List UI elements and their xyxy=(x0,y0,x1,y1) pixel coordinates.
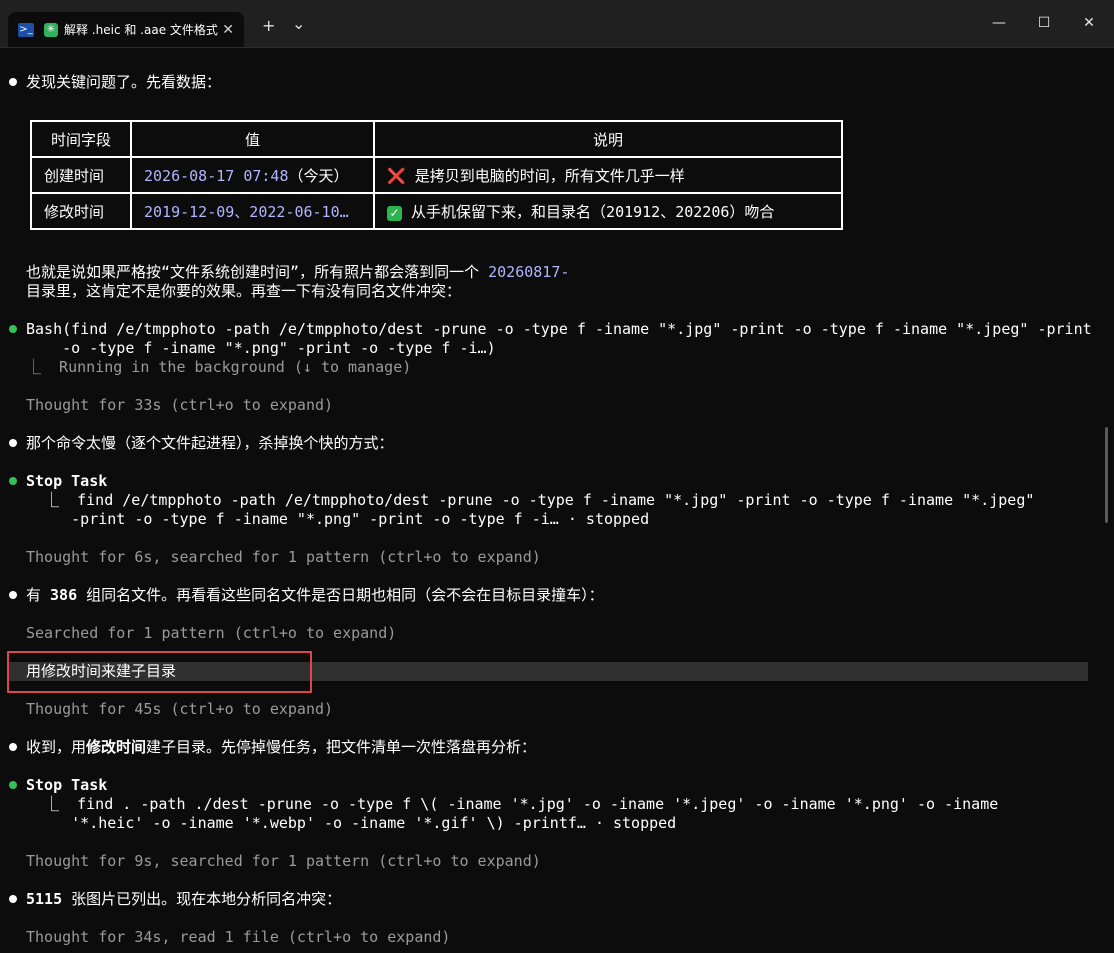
close-window-button[interactable]: ✕ xyxy=(1066,8,1112,38)
message-bullet xyxy=(9,439,17,447)
text-segment: 建子目录。先停掉慢任务，把文件清单一次性落盘再分析： xyxy=(146,738,537,756)
dir-name: 20260817- xyxy=(488,263,570,281)
table-row: 修改时间 2019-12-09、2022-06-10… ✓ 从手机保留下来，和目… xyxy=(30,192,843,230)
tool-output: '*.heic' -o -iname '*.webp' -o -iname '*… xyxy=(26,814,677,832)
text-segment: 张图片已列出。现在本地分析同名冲突： xyxy=(62,890,342,908)
message-bullet xyxy=(9,743,17,751)
message-text: 那个命令太慢（逐个文件起进程），杀掉换个快的方式： xyxy=(26,434,394,452)
message-text: 也就是说如果严格按“文件系统创建时间”，所有照片都会落到同一个 20260817… xyxy=(26,263,569,282)
table-cell: 修改时间 xyxy=(30,192,132,230)
table-cell: 创建时间 xyxy=(30,156,132,194)
bash-command: -o -type f -iname "*.png" -print -o -typ… xyxy=(26,339,496,357)
thought-summary[interactable]: Thought for 33s (ctrl+o to expand) xyxy=(26,396,333,415)
message-text: 收到，用修改时间建子目录。先停掉慢任务，把文件清单一次性落盘再分析： xyxy=(26,738,536,757)
count-value: 5115 xyxy=(26,890,63,908)
table-header-cell: 值 xyxy=(130,120,375,158)
minimize-button[interactable]: — xyxy=(976,8,1022,38)
tool-status-icon xyxy=(9,781,17,789)
table-cell: 2026-08-17 07:48（今天） xyxy=(130,156,375,194)
message-text: 有 386 组同名文件。再看看这些同名文件是否日期也相同（会不会在目标目录撞车）… xyxy=(26,586,604,605)
text-segment: 组同名文件。再看看这些同名文件是否日期也相同（会不会在目标目录撞车）： xyxy=(77,586,604,604)
note-text: 从手机保留下来，和目录名（201912、202206）吻合 xyxy=(411,202,775,221)
new-tab-button[interactable]: + xyxy=(262,16,275,35)
table-cell: ❌ 是拷贝到电脑的时间，所有文件几乎一样 xyxy=(373,156,843,194)
table-cell: 2019-12-09、2022-06-10… xyxy=(130,192,375,230)
terminal-content[interactable]: 发现关键问题了。先看数据： 时间字段 值 说明 创建时间 2026-08-17 … xyxy=(0,47,1114,953)
value-suffix: （今天） xyxy=(288,166,349,185)
thought-summary[interactable]: Thought for 34s, read 1 file (ctrl+o to … xyxy=(26,928,450,947)
search-summary[interactable]: Searched for 1 pattern (ctrl+o to expand… xyxy=(26,624,396,643)
message-bullet xyxy=(9,895,17,903)
table-cell: ✓ 从手机保留下来，和目录名（201912、202206）吻合 xyxy=(373,192,843,230)
tab-close-icon[interactable]: ✕ xyxy=(222,22,234,38)
bash-command: Bash(find /e/tmpphoto -path /e/tmpphoto/… xyxy=(26,320,1092,338)
tool-name: Stop Task xyxy=(26,776,108,794)
tab-dropdown-button[interactable]: ⌄ xyxy=(292,14,305,33)
tool-status-text: ⎿ Running in the background (↓ to manage… xyxy=(26,358,412,376)
cross-icon: ❌ xyxy=(387,166,406,185)
tool-output: ⎿ find . -path ./dest -prune -o -type f … xyxy=(26,795,999,813)
message-text: 发现关键问题了。先看数据： xyxy=(26,73,222,91)
text-segment: 也就是说如果严格按“文件系统创建时间”，所有照片都会落到同一个 xyxy=(26,263,489,281)
table-header-cell: 说明 xyxy=(373,120,843,158)
time-value: 2019-12-09、2022-06-10… xyxy=(144,202,349,221)
text-segment: 有 xyxy=(26,586,51,604)
title-bar: >_ ✳ 解释 .heic 和 .aae 文件格式 ✕ + ⌄ — ☐ ✕ xyxy=(0,0,1114,48)
time-field-table: 时间字段 值 说明 创建时间 2026-08-17 07:48（今天） ❌ 是拷… xyxy=(30,120,843,230)
tool-output: ⎿ find /e/tmpphoto -path /e/tmpphoto/des… xyxy=(26,491,1035,509)
message-bullet xyxy=(9,591,17,599)
terminal-tab[interactable]: >_ ✳ 解释 .heic 和 .aae 文件格式 ✕ xyxy=(8,12,244,47)
scrollbar[interactable] xyxy=(1105,427,1108,523)
note-text: 是拷贝到电脑的时间，所有文件几乎一样 xyxy=(414,166,685,185)
tool-output: -print -o -type f -iname "*.png" -print … xyxy=(26,510,650,528)
table-header-row: 时间字段 值 说明 xyxy=(30,120,843,158)
highlight-annotation-box xyxy=(7,651,312,693)
text-segment: 收到，用 xyxy=(26,738,87,756)
time-value: 2026-08-17 07:48 xyxy=(144,166,289,185)
tool-name: Stop Task xyxy=(26,472,108,490)
powershell-icon: >_ xyxy=(18,22,34,37)
check-icon: ✓ xyxy=(387,205,402,221)
maximize-button[interactable]: ☐ xyxy=(1021,8,1067,38)
tab-title: 解释 .heic 和 .aae 文件格式 xyxy=(64,23,218,37)
tool-status-icon xyxy=(9,325,17,333)
thought-summary[interactable]: Thought for 45s (ctrl+o to expand) xyxy=(26,700,333,719)
thought-summary[interactable]: Thought for 9s, searched for 1 pattern (… xyxy=(26,852,541,871)
message-text: 5115 张图片已列出。现在本地分析同名冲突： xyxy=(26,890,341,909)
thought-summary[interactable]: Thought for 6s, searched for 1 pattern (… xyxy=(26,548,541,567)
message-bullet xyxy=(9,78,17,86)
claude-icon: ✳ xyxy=(44,22,58,37)
emphasis-text: 修改时间 xyxy=(86,738,147,756)
count-value: 386 xyxy=(50,586,78,604)
table-row: 创建时间 2026-08-17 07:48（今天） ❌ 是拷贝到电脑的时间，所有… xyxy=(30,156,843,194)
table-header-cell: 时间字段 xyxy=(30,120,132,158)
tool-status-icon xyxy=(9,477,17,485)
message-text: 目录里，这肯定不是你要的效果。再查一下有没有同名文件冲突： xyxy=(26,282,462,300)
